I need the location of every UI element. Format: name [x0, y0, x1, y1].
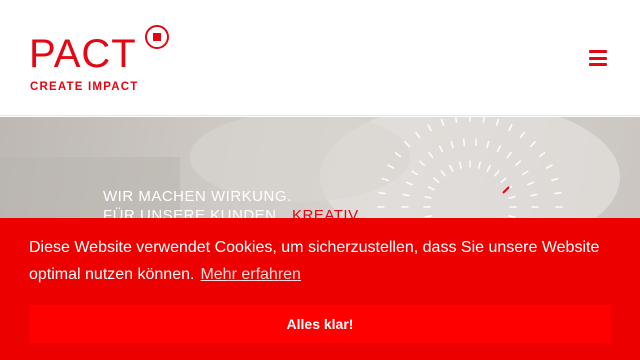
firework-dash — [474, 138, 478, 147]
hero-heading-line-1: WIR MACHEN WIRKUNG. — [103, 188, 292, 205]
firework-dash — [554, 191, 562, 195]
learn-more-link[interactable]: Mehr erfahren — [200, 266, 301, 283]
logo-wordmark: PACT — [29, 32, 137, 76]
accept-cookies-button[interactable]: Alles klar! — [29, 305, 611, 343]
cookie-message: Diese Website verwendet Cookies, um sich… — [29, 234, 619, 288]
pact-logo[interactable]: PACT CREATE IMPACT — [29, 24, 179, 94]
firework-dash — [530, 193, 538, 197]
square-in-circle-icon — [145, 25, 169, 49]
firework-dash — [402, 193, 410, 197]
firework-dash — [378, 191, 386, 195]
site-header: PACT CREATE IMPACT — [0, 0, 640, 116]
firework-dash — [454, 117, 458, 123]
firework-dash — [482, 117, 486, 123]
hamburger-icon[interactable] — [588, 48, 608, 68]
logo-tagline: CREATE IMPACT — [30, 81, 139, 93]
firework-dash — [462, 138, 466, 147]
cookie-message-text: Diese Website verwendet Cookies, um sich… — [29, 239, 600, 283]
cookie-consent-banner: Diese Website verwendet Cookies, um sich… — [0, 218, 640, 360]
